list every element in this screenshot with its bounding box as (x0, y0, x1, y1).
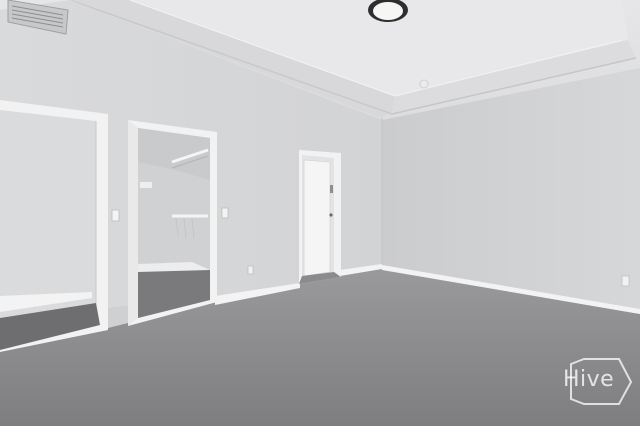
left-doorway (0, 100, 108, 352)
bedroom-photo (0, 0, 640, 426)
bathroom-doorway (299, 150, 341, 284)
outlet-2 (621, 275, 630, 287)
closet-doorway (128, 120, 217, 326)
light-switch (111, 209, 120, 222)
light-switch-2 (221, 207, 229, 219)
outlet-1 (247, 265, 254, 275)
watermark-text: Hive (563, 367, 615, 392)
smoke-detector (419, 79, 429, 89)
